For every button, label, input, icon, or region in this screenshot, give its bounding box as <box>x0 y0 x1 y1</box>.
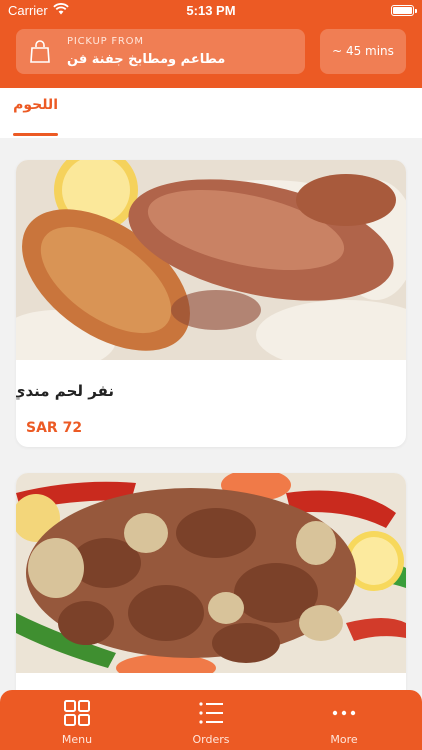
shopping-bag-icon <box>30 40 50 63</box>
tab-menu[interactable]: Menu <box>32 690 122 750</box>
header: Carrier 5:13 PM PICKUP FROM مطاعم ومطابخ… <box>0 0 422 88</box>
menu-item-card[interactable]: نفر لحم مندي SAR 72 <box>16 160 406 447</box>
menu-item-image <box>16 473 406 673</box>
status-bar: Carrier 5:13 PM <box>0 0 422 22</box>
tab-more-label: More <box>330 733 358 746</box>
tab-orders-label: Orders <box>192 733 230 746</box>
bottom-tab-bar: Menu Orders More <box>0 690 422 750</box>
tab-category[interactable]: اللحوم <box>13 88 58 138</box>
more-dots-icon <box>332 710 356 716</box>
list-icon <box>199 702 223 724</box>
tab-orders[interactable]: Orders <box>166 690 256 750</box>
pickup-location-button[interactable]: PICKUP FROM مطاعم ومطابخ جفنة فن <box>16 29 305 74</box>
category-tabs: اللحومالدجاجالمشوياتالسلطات والمقبلاتالإ… <box>0 88 422 138</box>
menu-item-image <box>16 160 406 360</box>
category-tabs-track: اللحومالدجاجالمشوياتالسلطات والمقبلاتالإ… <box>0 88 58 138</box>
clock: 5:13 PM <box>186 3 236 18</box>
eta-badge[interactable]: ~ 45 mins <box>320 29 406 74</box>
grid-icon <box>64 700 90 726</box>
battery-icon <box>391 5 417 16</box>
menu-item-price: SAR 72 <box>26 420 83 436</box>
pickup-label: PICKUP FROM <box>67 36 144 47</box>
tab-more[interactable]: More <box>299 690 389 750</box>
pickup-restaurant-name: مطاعم ومطابخ جفنة فن <box>67 52 226 67</box>
menu-item-name: نفر لحم مندي <box>16 382 114 400</box>
tab-menu-label: Menu <box>61 733 93 746</box>
